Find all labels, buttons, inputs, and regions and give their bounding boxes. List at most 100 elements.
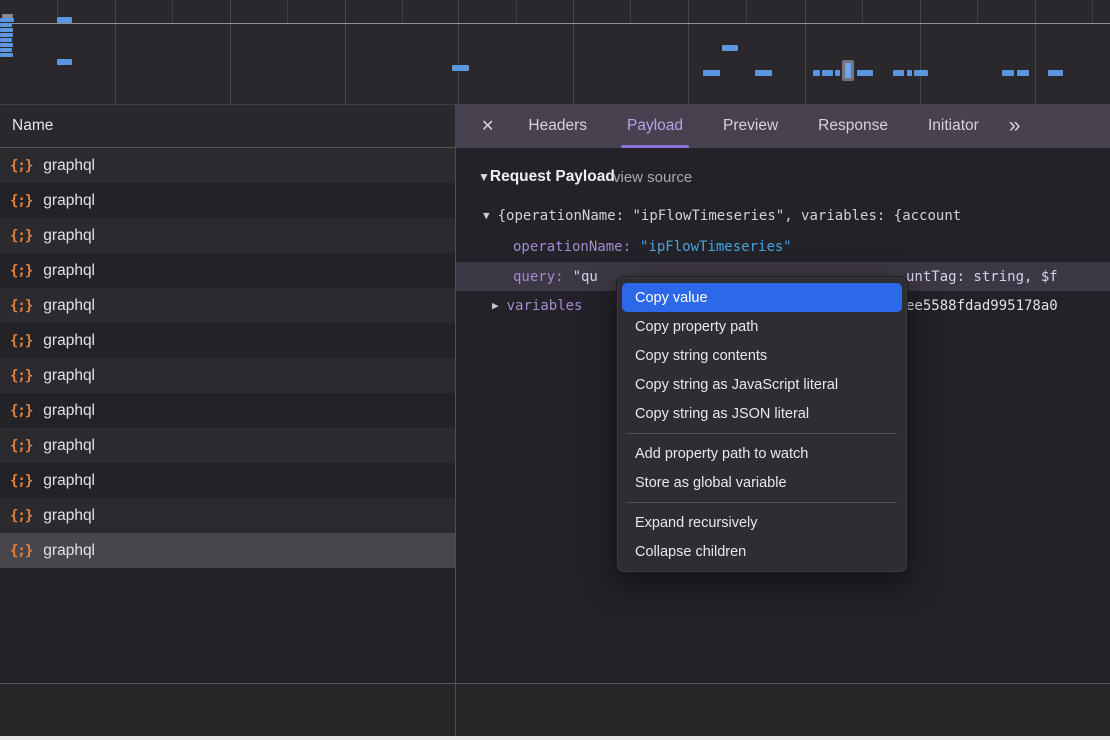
tab-response[interactable]: Response xyxy=(814,104,892,148)
table-row[interactable]: {;} graphql xyxy=(0,253,455,288)
context-menu: Copy value Copy property path Copy strin… xyxy=(616,276,908,573)
request-timing-bar xyxy=(0,48,12,52)
fetch-json-icon: {;} xyxy=(10,438,32,454)
request-timing-bar xyxy=(0,28,13,32)
request-name: graphql xyxy=(43,472,95,490)
ruler-gridline xyxy=(172,0,173,23)
request-timing-bar xyxy=(57,17,72,23)
table-row[interactable]: {;} graphql xyxy=(0,358,455,393)
request-timing-bar xyxy=(0,38,12,42)
payload-root-row[interactable]: ▼ {operationName: "ipFlowTimeseries", var… xyxy=(456,201,1110,230)
ruler-gridline xyxy=(746,0,747,23)
tab-initiator[interactable]: Initiator xyxy=(924,104,983,148)
fetch-json-icon: {;} xyxy=(10,263,32,279)
property-value-fragment: ee5588fdad995178a0 xyxy=(906,298,1058,314)
ruler-gridline xyxy=(402,0,403,23)
detail-tab-bar: ✕ Headers Payload Preview Response Initi… xyxy=(455,104,1110,148)
menu-item-copy-string-contents[interactable]: Copy string contents xyxy=(617,341,907,370)
chevron-down-icon[interactable]: ▼ xyxy=(478,170,490,184)
ruler-gridline xyxy=(862,0,863,23)
menu-item-copy-property-path[interactable]: Copy property path xyxy=(617,312,907,341)
request-list: {;} graphql {;} graphql {;} graphql {;} grap… xyxy=(0,148,455,683)
network-overview-timeline[interactable] xyxy=(0,0,1110,104)
more-tabs-icon[interactable]: » xyxy=(1009,104,1019,148)
gridline xyxy=(920,0,921,104)
gridline xyxy=(230,0,231,104)
request-timing-bar xyxy=(452,65,469,71)
request-name: graphql xyxy=(43,157,95,175)
status-bar xyxy=(0,684,1110,736)
ruler-gridline xyxy=(977,0,978,23)
request-timing-bar xyxy=(822,70,833,76)
property-key: operationName: xyxy=(513,239,631,255)
gridline xyxy=(115,0,116,104)
gridline xyxy=(1035,0,1036,104)
fetch-json-icon: {;} xyxy=(10,193,32,209)
devtools-network-panel: Name ✕ Headers Payload Preview Response … xyxy=(0,0,1110,740)
request-timing-bar xyxy=(755,70,772,76)
table-row[interactable]: {;} graphql xyxy=(0,218,455,253)
close-icon[interactable]: ✕ xyxy=(455,104,508,148)
view-source-link[interactable]: view source xyxy=(613,163,692,191)
request-name: graphql xyxy=(43,297,95,315)
tab-headers[interactable]: Headers xyxy=(524,104,591,148)
menu-item-copy-string-js-literal[interactable]: Copy string as JavaScript literal xyxy=(617,370,907,399)
fetch-json-icon: {;} xyxy=(10,333,32,349)
chevron-down-icon[interactable]: ▼ xyxy=(483,209,490,222)
overview-ruler-line xyxy=(0,23,1110,24)
tab-preview[interactable]: Preview xyxy=(719,104,782,148)
fetch-json-icon: {;} xyxy=(10,158,32,174)
request-timing-bar xyxy=(1048,70,1063,76)
request-timing-bar xyxy=(835,70,840,76)
panel-divider xyxy=(455,684,456,736)
request-name: graphql xyxy=(43,367,95,385)
menu-item-expand-recursively[interactable]: Expand recursively xyxy=(617,508,907,537)
request-timing-bar xyxy=(893,70,904,76)
table-row[interactable]: {;} graphql xyxy=(0,428,455,463)
ruler-gridline xyxy=(287,0,288,23)
object-preview-text: {operationName: "ipFlowTimeseries", vari… xyxy=(498,208,962,224)
fetch-json-icon: {;} xyxy=(10,368,32,384)
chevron-right-icon[interactable]: ▶ xyxy=(492,299,499,312)
request-name: graphql xyxy=(43,227,95,245)
column-header-label: Name xyxy=(12,117,53,135)
request-name: graphql xyxy=(43,507,95,525)
table-row[interactable]: {;}graphql xyxy=(0,498,455,533)
request-name: graphql xyxy=(43,437,95,455)
menu-item-add-property-path-to-watch[interactable]: Add property path to watch xyxy=(617,439,907,468)
request-timing-bar xyxy=(914,70,928,76)
menu-item-copy-value[interactable]: Copy value xyxy=(622,283,902,312)
property-value-string-fragment: untTag: string, $f xyxy=(906,269,1058,285)
table-row[interactable]: {;}graphql xyxy=(0,183,455,218)
menu-item-copy-string-json-literal[interactable]: Copy string as JSON literal xyxy=(617,399,907,428)
request-timing-bar xyxy=(813,70,820,76)
payload-row-operation-name[interactable]: operationName:"ipFlowTimeseries" xyxy=(456,232,1110,261)
hovered-request-bar xyxy=(845,63,851,78)
table-row[interactable]: {;}graphql xyxy=(0,463,455,498)
request-name: graphql xyxy=(43,332,95,350)
request-payload-section-header[interactable]: ▼Request Payload xyxy=(456,163,615,191)
table-row-selected[interactable]: {;}graphql xyxy=(0,533,455,568)
ruler-gridline xyxy=(630,0,631,23)
request-name: graphql xyxy=(43,262,95,280)
request-timing-bar xyxy=(907,70,912,76)
table-row[interactable]: {;} graphql xyxy=(0,148,455,183)
fetch-json-icon: {;} xyxy=(10,228,32,244)
window-bottom-edge xyxy=(0,736,1110,740)
table-row[interactable]: {;}graphql xyxy=(0,393,455,428)
table-row[interactable]: {;} graphql xyxy=(0,323,455,358)
gridline xyxy=(805,0,806,104)
menu-item-collapse-children[interactable]: Collapse children xyxy=(617,537,907,566)
column-header-name[interactable]: Name xyxy=(0,104,455,148)
menu-item-store-as-global-variable[interactable]: Store as global variable xyxy=(617,468,907,497)
request-timing-bar xyxy=(57,59,72,65)
request-name: graphql xyxy=(43,402,95,420)
menu-divider xyxy=(627,502,897,503)
request-timing-bar xyxy=(722,45,738,51)
table-row[interactable]: {;} graphql xyxy=(0,288,455,323)
property-key: variables xyxy=(507,298,583,314)
tab-payload[interactable]: Payload xyxy=(623,104,687,148)
fetch-json-icon: {;} xyxy=(10,298,32,314)
request-timing-bar xyxy=(1002,70,1014,76)
request-timing-bar xyxy=(0,53,13,57)
